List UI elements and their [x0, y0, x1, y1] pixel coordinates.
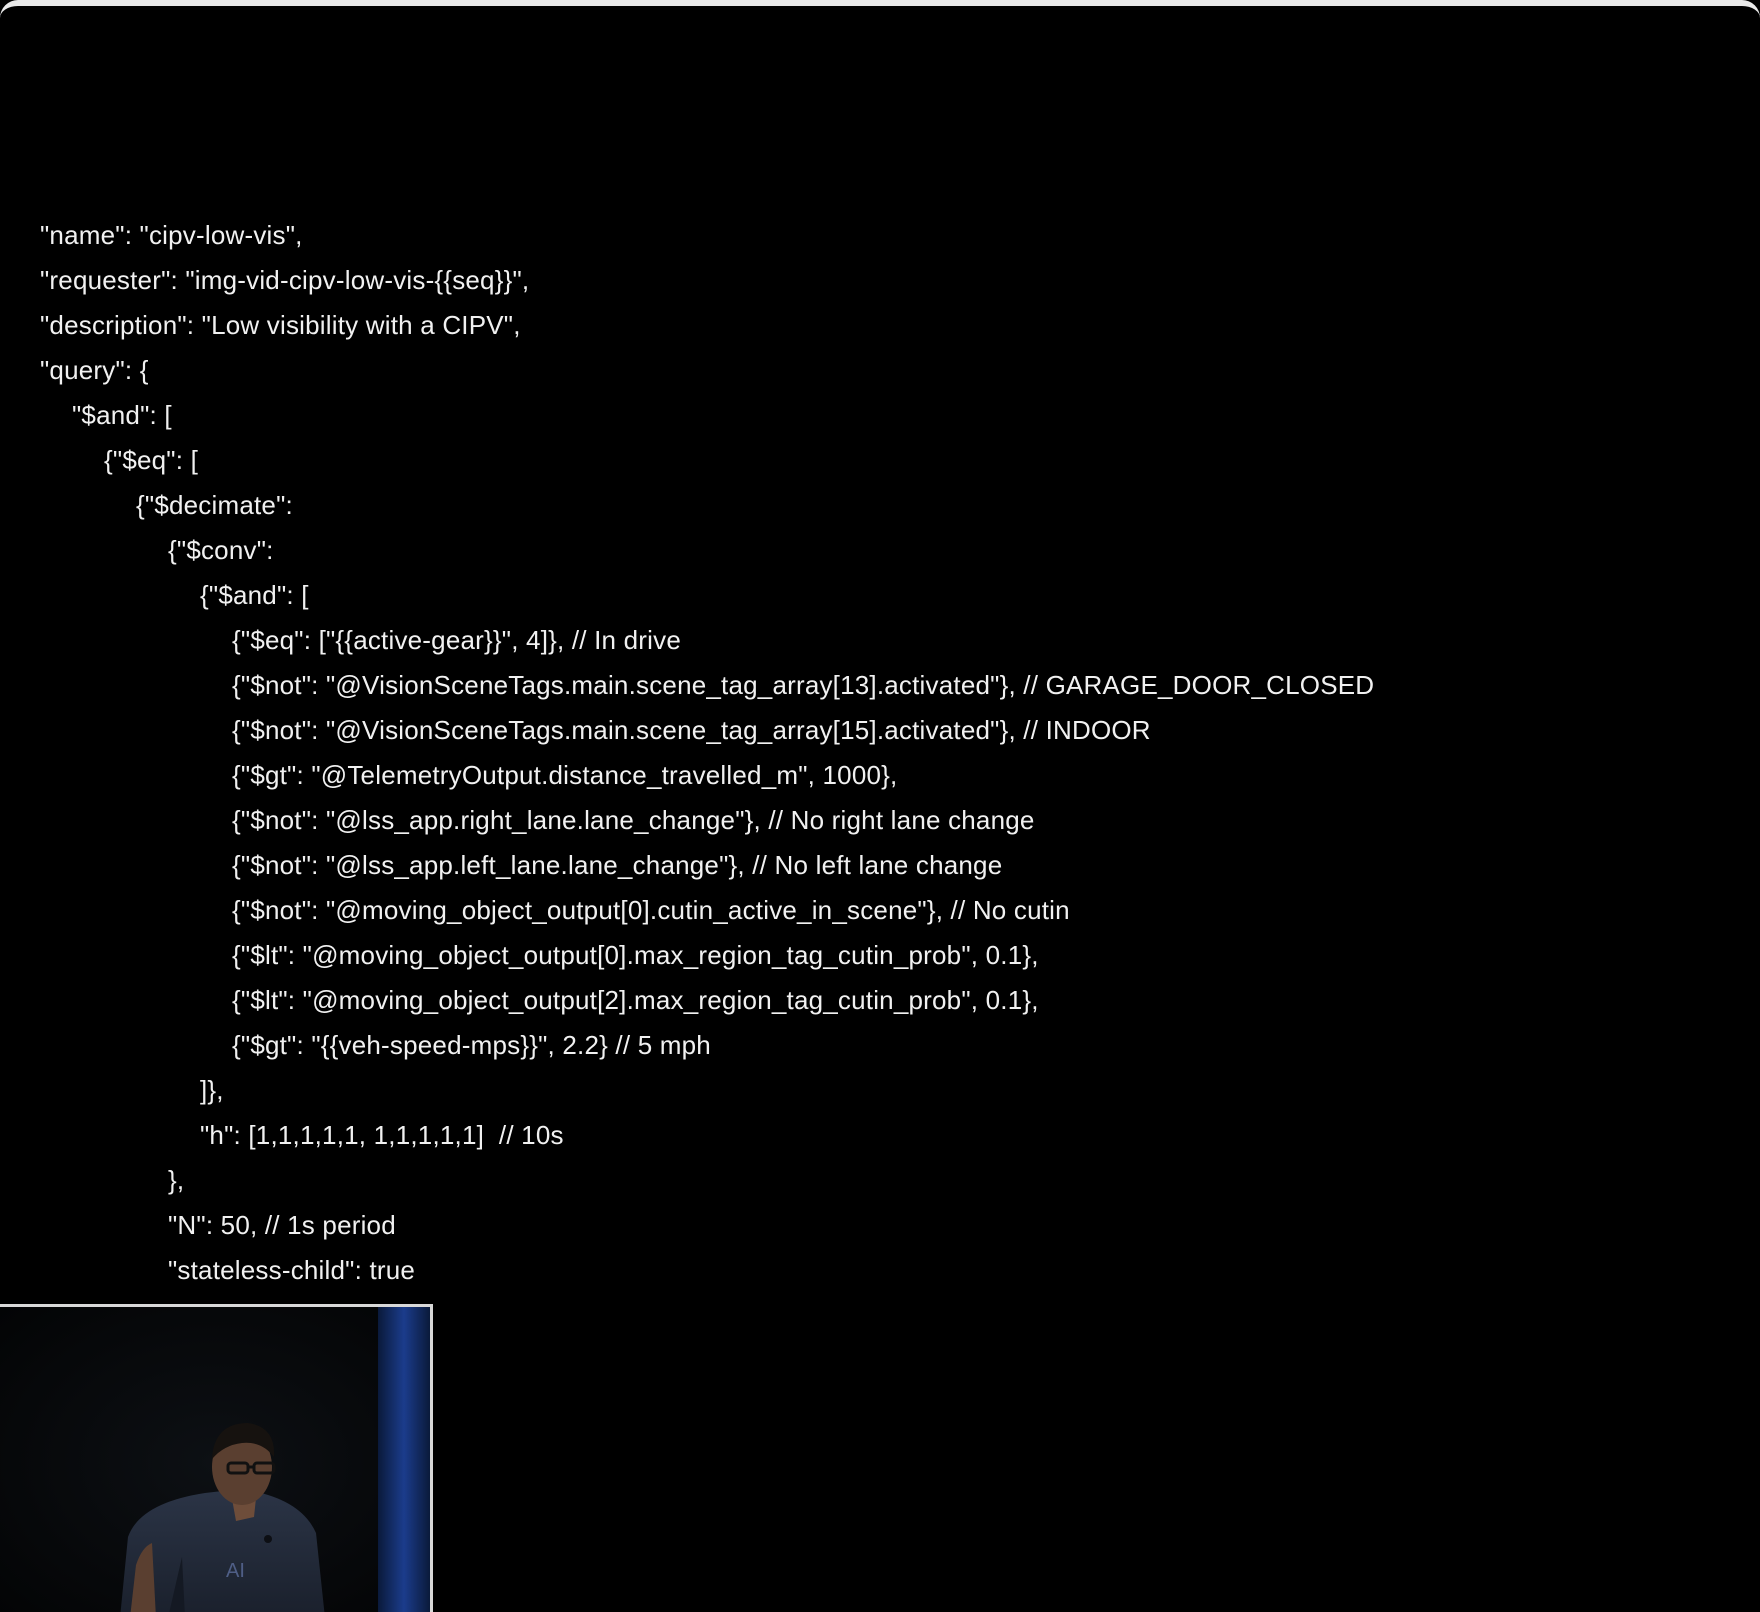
code-line: "N": 50, // 1s period — [168, 1210, 396, 1240]
code-line: {"$conv": — [168, 535, 274, 565]
code-line: "description": "Low visibility with a CI… — [40, 310, 521, 340]
code-line: "stateless-child": true — [168, 1255, 416, 1285]
code-line: {"$gt": "{{veh-speed-mps}}", 2.2} // 5 m… — [232, 1030, 711, 1060]
code-line: {"$not": "@moving_object_output[0].cutin… — [232, 895, 1070, 925]
code-line: "query": { — [40, 355, 149, 385]
shirt-print: AI — [226, 1560, 245, 1582]
stage-curtain — [378, 1307, 430, 1612]
code-line: "h": [1,1,1,1,1, 1,1,1,1,1] // 10s — [200, 1120, 564, 1150]
speaker-video-frame: AI — [0, 1307, 430, 1612]
code-line: }, — [168, 1165, 185, 1195]
code-line: {"$decimate": — [136, 490, 293, 520]
code-line: {"$lt": "@moving_object_output[2].max_re… — [232, 985, 1039, 1015]
code-line: "requester": "img-vid-cipv-low-vis-{{seq… — [40, 265, 530, 295]
code-line: {"$lt": "@moving_object_output[0].max_re… — [232, 940, 1039, 970]
code-line: ]}, — [200, 1075, 224, 1105]
code-line: {"$and": [ — [200, 580, 309, 610]
code-line: {"$not": "@lss_app.left_lane.lane_change… — [232, 850, 1003, 880]
code-line: {"$gt": "@TelemetryOutput.distance_trave… — [232, 760, 898, 790]
presentation-slide: "name": "cipv-low-vis", "requester": "im… — [0, 0, 1760, 1612]
code-line: {"$not": "@VisionSceneTags.main.scene_ta… — [232, 715, 1151, 745]
code-line: "$and": [ — [72, 400, 172, 430]
code-line: {"$eq": ["{{active-gear}}", 4]}, // In d… — [232, 625, 681, 655]
code-line: {"$not": "@VisionSceneTags.main.scene_ta… — [232, 670, 1375, 700]
code-block: "name": "cipv-low-vis", "requester": "im… — [40, 213, 1374, 1293]
speaker-video-overlay: AI — [0, 1304, 433, 1612]
code-line: {"$eq": [ — [104, 445, 198, 475]
code-line: "name": "cipv-low-vis", — [40, 220, 303, 250]
code-line: {"$not": "@lss_app.right_lane.lane_chang… — [232, 805, 1035, 835]
